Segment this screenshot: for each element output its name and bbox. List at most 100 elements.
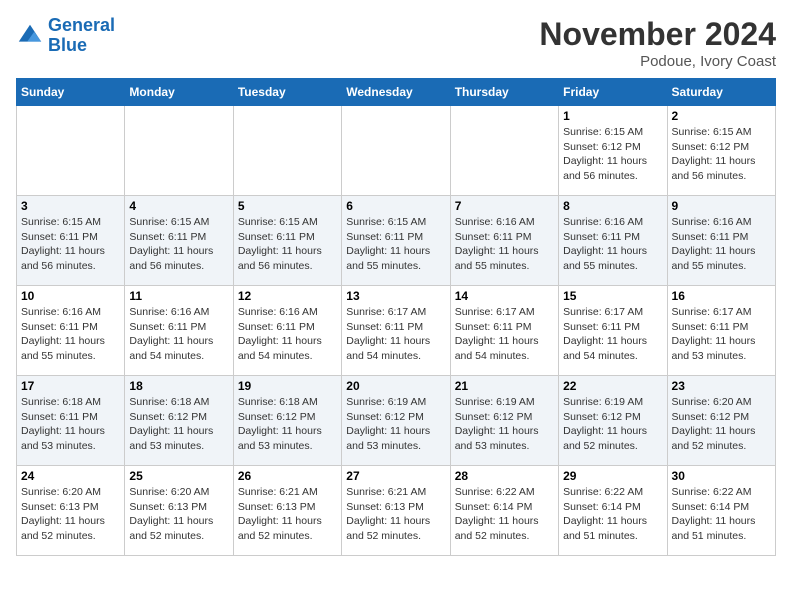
day-number: 13 [346,289,445,303]
calendar-cell: 25Sunrise: 6:20 AM Sunset: 6:13 PM Dayli… [125,466,233,556]
day-number: 2 [672,109,771,123]
calendar-cell: 24Sunrise: 6:20 AM Sunset: 6:13 PM Dayli… [17,466,125,556]
day-info: Sunrise: 6:15 AM Sunset: 6:11 PM Dayligh… [129,215,228,274]
day-info: Sunrise: 6:20 AM Sunset: 6:13 PM Dayligh… [21,485,120,544]
day-info: Sunrise: 6:16 AM Sunset: 6:11 PM Dayligh… [563,215,662,274]
day-number: 7 [455,199,554,213]
calendar-cell: 10 Sunrise: 6:16 AM Sunset: 6:11 PM Dayli… [17,286,125,376]
day-info: Sunrise: 6:19 AM Sunset: 6:12 PM Dayligh… [346,395,445,454]
header-wednesday: Wednesday [342,79,450,106]
calendar-cell [125,106,233,196]
day-number: 4 [129,199,228,213]
day-info: Sunrise: 6:20 AM Sunset: 6:12 PM Dayligh… [672,395,771,454]
day-info: Sunrise: 6:18 AM Sunset: 6:12 PM Dayligh… [129,395,228,454]
calendar-cell: 9Sunrise: 6:16 AM Sunset: 6:11 PM Daylig… [667,196,775,286]
calendar-cell: 20Sunrise: 6:19 AM Sunset: 6:12 PM Dayli… [342,376,450,466]
header-monday: Monday [125,79,233,106]
calendar-cell: 12 Sunrise: 6:16 AM Sunset: 6:11 PM Dayli… [233,286,341,376]
day-number: 18 [129,379,228,393]
page-header: General Blue November 2024 Podoue, Ivory… [16,16,776,70]
calendar-cell: 5 Sunrise: 6:15 AM Sunset: 6:11 PM Daylig… [233,196,341,286]
day-info: Sunrise: 6:21 AM Sunset: 6:13 PM Dayligh… [346,485,445,544]
day-info: Sunrise: 6:15 AM Sunset: 6:11 PM Dayligh… [238,215,337,274]
day-info: Sunrise: 6:22 AM Sunset: 6:14 PM Dayligh… [672,485,771,544]
day-info: Sunrise: 6:15 AM Sunset: 6:12 PM Dayligh… [672,125,771,184]
day-number: 9 [672,199,771,213]
day-info: Sunrise: 6:19 AM Sunset: 6:12 PM Dayligh… [563,395,662,454]
day-number: 12 [238,289,337,303]
calendar-cell: 18 Sunrise: 6:18 AM Sunset: 6:12 PM Dayli… [125,376,233,466]
day-number: 11 [129,289,228,303]
calendar-week-2: 3 Sunrise: 6:15 AM Sunset: 6:11 PM Daylig… [17,196,776,286]
day-info: Sunrise: 6:16 AM Sunset: 6:11 PM Dayligh… [238,305,337,364]
day-info: Sunrise: 6:17 AM Sunset: 6:11 PM Dayligh… [346,305,445,364]
day-number: 10 [21,289,120,303]
calendar-table: SundayMondayTuesdayWednesdayThursdayFrid… [16,78,776,556]
calendar-cell: 21Sunrise: 6:19 AM Sunset: 6:12 PM Dayli… [450,376,558,466]
day-number: 15 [563,289,662,303]
calendar-cell: 1Sunrise: 6:15 AM Sunset: 6:12 PM Daylig… [559,106,667,196]
day-number: 8 [563,199,662,213]
calendar-cell: 23 Sunrise: 6:20 AM Sunset: 6:12 PM Dayli… [667,376,775,466]
day-number: 22 [563,379,662,393]
calendar-cell: 14 Sunrise: 6:17 AM Sunset: 6:11 PM Dayli… [450,286,558,376]
calendar-cell: 27 Sunrise: 6:21 AM Sunset: 6:13 PM Dayli… [342,466,450,556]
day-number: 30 [672,469,771,483]
day-info: Sunrise: 6:17 AM Sunset: 6:11 PM Dayligh… [672,305,771,364]
day-number: 1 [563,109,662,123]
header-sunday: Sunday [17,79,125,106]
calendar-cell: 29Sunrise: 6:22 AM Sunset: 6:14 PM Dayli… [559,466,667,556]
day-number: 28 [455,469,554,483]
day-number: 16 [672,289,771,303]
day-number: 3 [21,199,120,213]
calendar-cell: 15 Sunrise: 6:17 AM Sunset: 6:11 PM Dayli… [559,286,667,376]
day-number: 14 [455,289,554,303]
calendar-week-3: 10 Sunrise: 6:16 AM Sunset: 6:11 PM Dayli… [17,286,776,376]
day-info: Sunrise: 6:16 AM Sunset: 6:11 PM Dayligh… [455,215,554,274]
calendar-cell: 22 Sunrise: 6:19 AM Sunset: 6:12 PM Dayli… [559,376,667,466]
calendar-cell [342,106,450,196]
day-number: 23 [672,379,771,393]
title-block: November 2024 Podoue, Ivory Coast [539,16,776,70]
day-info: Sunrise: 6:22 AM Sunset: 6:14 PM Dayligh… [455,485,554,544]
day-number: 19 [238,379,337,393]
calendar-cell: 6 Sunrise: 6:15 AM Sunset: 6:11 PM Daylig… [342,196,450,286]
day-info: Sunrise: 6:15 AM Sunset: 6:11 PM Dayligh… [21,215,120,274]
day-info: Sunrise: 6:21 AM Sunset: 6:13 PM Dayligh… [238,485,337,544]
calendar-cell: 30 Sunrise: 6:22 AM Sunset: 6:14 PM Dayli… [667,466,775,556]
page-subtitle: Podoue, Ivory Coast [539,53,776,70]
header-tuesday: Tuesday [233,79,341,106]
calendar-cell: 2 Sunrise: 6:15 AM Sunset: 6:12 PM Daylig… [667,106,775,196]
logo: General Blue [16,16,115,56]
day-info: Sunrise: 6:17 AM Sunset: 6:11 PM Dayligh… [563,305,662,364]
calendar-cell: 19 Sunrise: 6:18 AM Sunset: 6:12 PM Dayli… [233,376,341,466]
day-info: Sunrise: 6:16 AM Sunset: 6:11 PM Dayligh… [21,305,120,364]
logo-icon [16,22,44,50]
day-number: 5 [238,199,337,213]
day-number: 27 [346,469,445,483]
calendar-cell: 8 Sunrise: 6:16 AM Sunset: 6:11 PM Daylig… [559,196,667,286]
calendar-cell [233,106,341,196]
logo-blue: Blue [48,35,87,55]
day-number: 29 [563,469,662,483]
day-info: Sunrise: 6:17 AM Sunset: 6:11 PM Dayligh… [455,305,554,364]
day-info: Sunrise: 6:15 AM Sunset: 6:11 PM Dayligh… [346,215,445,274]
day-number: 26 [238,469,337,483]
logo-general: General [48,15,115,35]
day-info: Sunrise: 6:18 AM Sunset: 6:11 PM Dayligh… [21,395,120,454]
calendar-cell: 13 Sunrise: 6:17 AM Sunset: 6:11 PM Dayli… [342,286,450,376]
day-number: 21 [455,379,554,393]
day-info: Sunrise: 6:18 AM Sunset: 6:12 PM Dayligh… [238,395,337,454]
day-number: 25 [129,469,228,483]
header-thursday: Thursday [450,79,558,106]
calendar-week-4: 17 Sunrise: 6:18 AM Sunset: 6:11 PM Dayli… [17,376,776,466]
calendar-cell: 26 Sunrise: 6:21 AM Sunset: 6:13 PM Dayli… [233,466,341,556]
calendar-cell: 28 Sunrise: 6:22 AM Sunset: 6:14 PM Dayli… [450,466,558,556]
day-number: 6 [346,199,445,213]
calendar-header-row: SundayMondayTuesdayWednesdayThursdayFrid… [17,79,776,106]
day-number: 17 [21,379,120,393]
header-saturday: Saturday [667,79,775,106]
calendar-cell [450,106,558,196]
calendar-cell: 3 Sunrise: 6:15 AM Sunset: 6:11 PM Daylig… [17,196,125,286]
calendar-week-5: 24Sunrise: 6:20 AM Sunset: 6:13 PM Dayli… [17,466,776,556]
